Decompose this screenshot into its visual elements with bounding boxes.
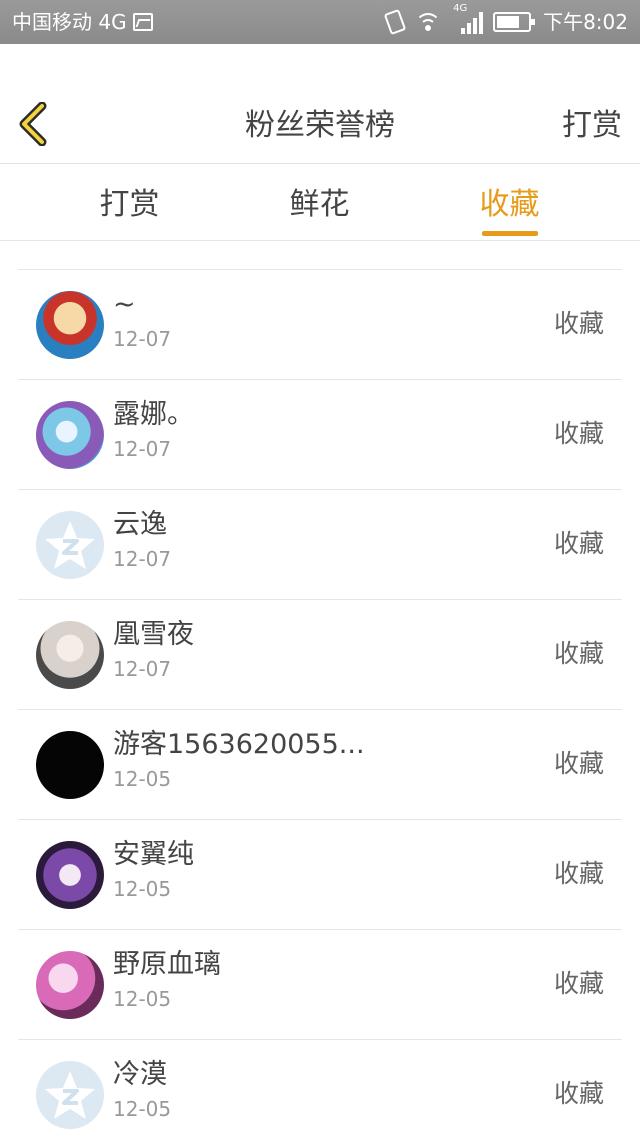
list-item[interactable]: ~ 12-07 收藏	[18, 270, 622, 380]
item-date: 12-05	[113, 877, 172, 901]
fan-list[interactable]: 12-08 ~ 12-07 收藏 露娜。 12-07 收藏 云逸 12-07 收…	[0, 242, 640, 1138]
app-header: 粉丝荣誉榜 打赏	[0, 44, 640, 164]
image-notification-icon	[132, 13, 153, 31]
avatar	[36, 511, 104, 579]
clock: 下午8:02	[543, 10, 628, 34]
item-date: 12-07	[113, 327, 172, 351]
carrier-label: 中国移动 4G	[12, 10, 127, 34]
list-item[interactable]: 12-08	[18, 242, 622, 270]
item-name: ~	[113, 289, 136, 320]
avatar	[36, 951, 104, 1019]
item-action-label: 收藏	[553, 639, 604, 668]
item-action-label: 收藏	[553, 419, 604, 448]
item-name: 云逸	[113, 509, 167, 540]
item-name: 游客1563620055...	[113, 729, 365, 760]
battery-icon	[493, 12, 536, 32]
tab-flowers[interactable]: 鲜花	[213, 165, 426, 241]
item-name: 野原血璃	[113, 949, 221, 980]
avatar	[36, 291, 104, 359]
status-bar: 中国移动 4G 4G 下午8:02	[0, 0, 640, 44]
item-date: 12-05	[113, 1097, 172, 1121]
avatar	[36, 621, 104, 689]
list-item[interactable]: 游客1563620055... 12-05 收藏	[18, 710, 622, 820]
item-name: 安翼纯	[113, 839, 194, 870]
item-name: 凰雪夜	[113, 619, 194, 650]
list-item[interactable]: 冷漠 12-05 收藏	[18, 1040, 622, 1138]
list-item[interactable]: 云逸 12-07 收藏	[18, 490, 622, 600]
tab-bar: 打赏 鲜花 收藏	[0, 165, 640, 241]
list-item[interactable]: 安翼纯 12-05 收藏	[18, 820, 622, 930]
list-item[interactable]: 凰雪夜 12-07 收藏	[18, 600, 622, 710]
item-date: 12-07	[113, 657, 172, 681]
vibrate-icon	[383, 8, 407, 36]
tab-reward[interactable]: 打赏	[23, 165, 236, 241]
avatar	[36, 401, 104, 469]
wifi-icon	[415, 11, 442, 33]
item-action-label: 收藏	[553, 309, 604, 338]
tab-favorites[interactable]: 收藏	[403, 165, 616, 241]
item-date: 12-05	[113, 987, 172, 1011]
item-date: 12-07	[113, 547, 172, 571]
list-item[interactable]: 野原血璃 12-05 收藏	[18, 930, 622, 1040]
item-date: 12-07	[113, 437, 172, 461]
active-tab-indicator	[482, 231, 538, 236]
item-name: 冷漠	[113, 1059, 167, 1090]
default-star-avatar-icon	[45, 1071, 95, 1119]
avatar	[36, 731, 104, 799]
item-date: 12-05	[113, 767, 172, 791]
list-item[interactable]: 露娜。 12-07 收藏	[18, 380, 622, 490]
item-action-label: 收藏	[553, 529, 604, 558]
default-star-avatar-icon	[45, 521, 95, 569]
item-action-label: 收藏	[553, 749, 604, 778]
avatar	[36, 841, 104, 909]
item-name: 露娜。	[113, 399, 194, 430]
item-action-label: 收藏	[553, 1079, 604, 1108]
item-action-label: 收藏	[553, 969, 604, 998]
page-title: 粉丝荣誉榜	[245, 108, 395, 143]
avatar	[36, 1061, 104, 1129]
reward-button[interactable]: 打赏	[562, 108, 622, 144]
signal-icon: 4G	[453, 4, 484, 34]
item-action-label: 收藏	[553, 859, 604, 888]
network-type-label: 4G	[453, 3, 468, 14]
